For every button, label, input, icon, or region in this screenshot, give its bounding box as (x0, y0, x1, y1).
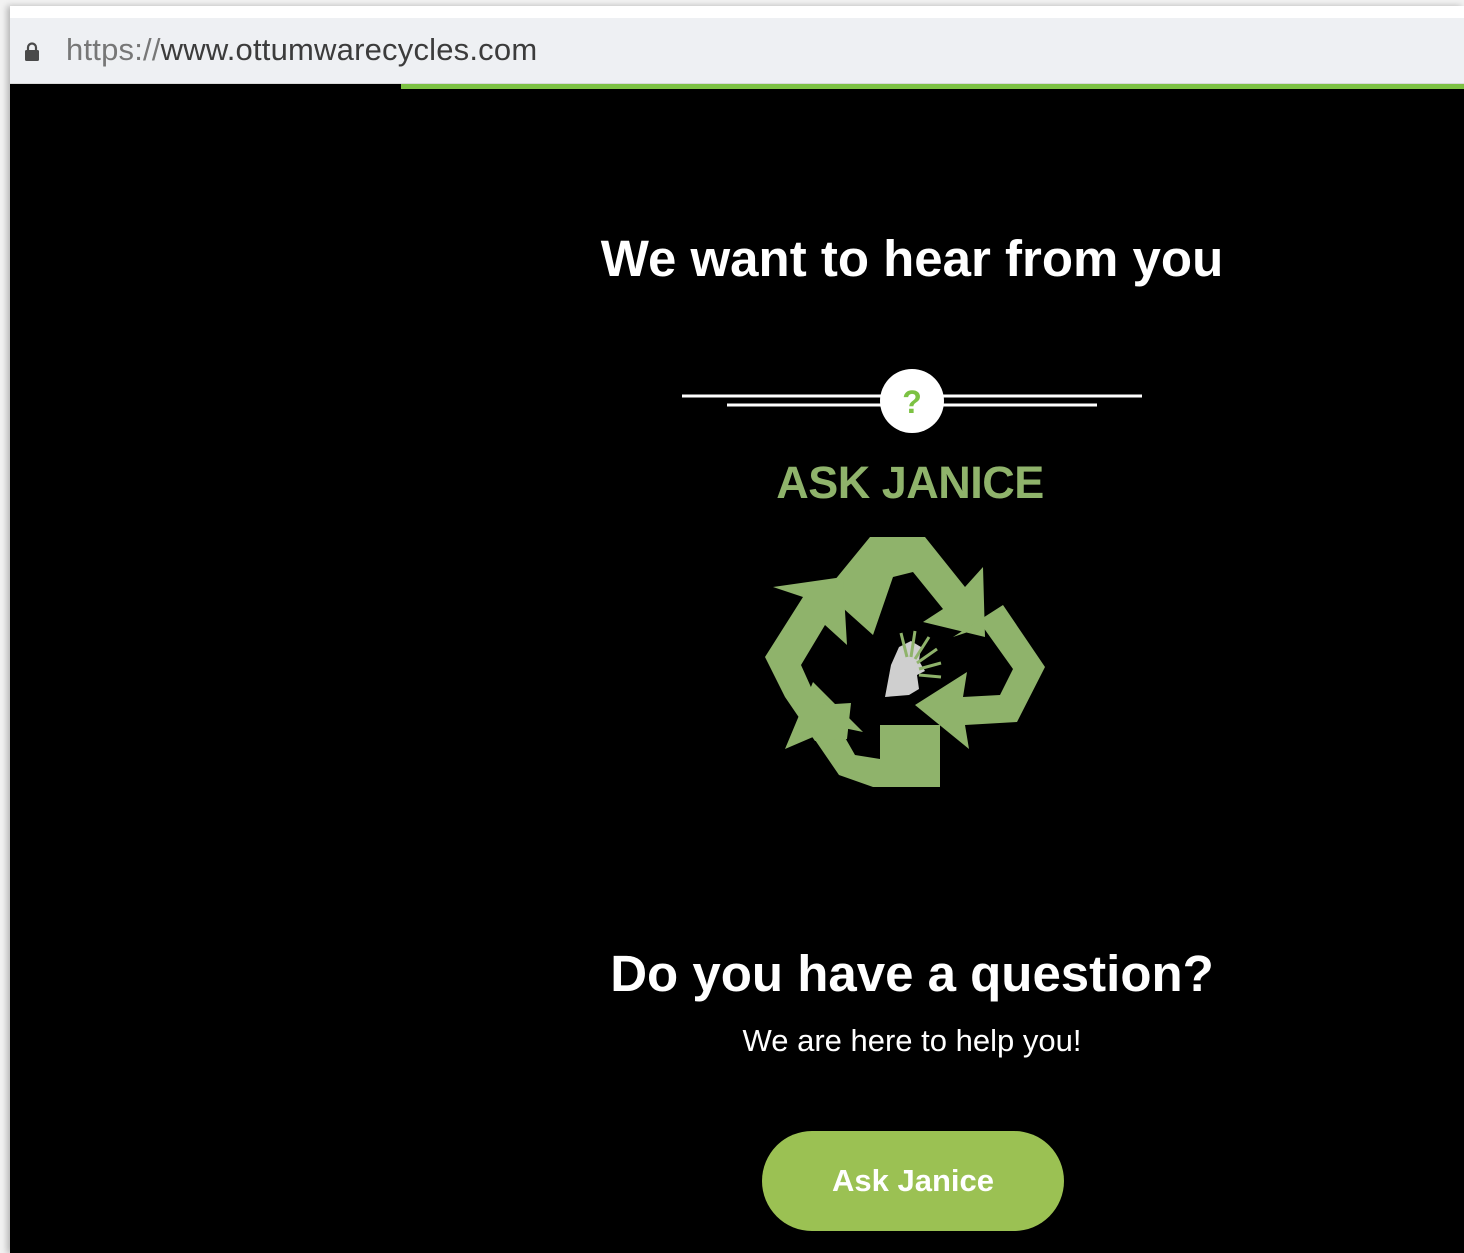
recycle-icon (765, 537, 1045, 787)
page-content: We want to hear from you ? ASK JANICE Do… (10, 89, 1464, 1253)
help-subtext: We are here to help you! (742, 1023, 1082, 1058)
browser-window: https://www.ottumwarecycles.com We want … (10, 6, 1464, 1253)
question-divider: ? (682, 369, 1142, 433)
logo-title: ASK JANICE (776, 457, 1044, 508)
url-host: www.ottumwarecycles.com (160, 32, 538, 67)
url-scheme: https:// (66, 32, 161, 67)
page-heading: We want to hear from you (600, 230, 1224, 287)
ask-janice-logo: ASK JANICE (755, 457, 1065, 817)
url-text[interactable]: https://www.ottumwarecycles.com (66, 32, 537, 68)
question-heading: Do you have a question? (610, 945, 1214, 1002)
screenshot-frame: https://www.ottumwarecycles.com We want … (0, 0, 1464, 1253)
lock-icon (25, 42, 39, 61)
address-bar[interactable]: https://www.ottumwarecycles.com (10, 6, 1464, 84)
question-mark-icon: ? (902, 384, 922, 420)
ask-janice-button[interactable]: Ask Janice (762, 1131, 1064, 1231)
